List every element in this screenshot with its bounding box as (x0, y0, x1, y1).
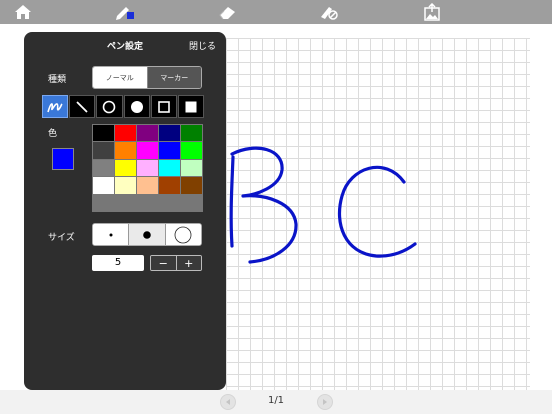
pen-type-normal[interactable]: ノーマル (93, 67, 147, 88)
chevron-right-icon (323, 399, 327, 405)
size-increase-button[interactable]: + (175, 256, 201, 270)
export-image-icon[interactable] (420, 2, 444, 22)
rectangle-outline-tool-icon[interactable] (150, 95, 177, 118)
stroke-letter-b-stem (229, 155, 235, 248)
size-decrease-button[interactable]: − (151, 256, 176, 270)
stroke-letter-c (337, 165, 417, 258)
circle-outline-tool-icon[interactable] (96, 95, 123, 118)
color-swatch[interactable] (93, 159, 114, 177)
prev-page-button[interactable] (220, 394, 236, 410)
pen-settings-panel: ペン設定 閉じる 種類 ノーマル マーカー 色 サイズ 5 − + (24, 32, 226, 390)
size-selector (92, 223, 202, 246)
current-color-swatch (52, 148, 74, 170)
color-swatch[interactable] (115, 142, 136, 159)
pen-type-marker[interactable]: マーカー (146, 67, 201, 88)
color-swatch[interactable] (137, 125, 158, 142)
app-root: 1/1 ペン設定 閉じる 種類 ノーマル マーカー 色 サイズ 5 − + (0, 0, 552, 414)
color-swatch[interactable] (159, 142, 180, 159)
color-swatch[interactable] (181, 142, 202, 159)
size-stepper: − + (150, 255, 202, 271)
stroke-group (229, 146, 417, 264)
color-swatch[interactable] (137, 177, 158, 194)
type-label: 種類 (48, 75, 67, 85)
pen-settings-icon[interactable] (113, 2, 137, 22)
size-medium-option[interactable] (128, 224, 165, 245)
next-page-button[interactable] (317, 394, 333, 410)
color-swatch[interactable] (115, 159, 136, 177)
color-swatch[interactable] (159, 177, 180, 194)
color-swatch[interactable] (181, 159, 202, 177)
color-swatch[interactable] (137, 159, 158, 177)
color-swatch[interactable] (159, 125, 180, 142)
size-label: サイズ (48, 233, 75, 243)
color-swatch[interactable] (181, 177, 202, 194)
size-small-option[interactable] (93, 224, 129, 245)
chevron-left-icon (226, 399, 230, 405)
color-swatch[interactable] (159, 159, 180, 177)
circle-filled-tool-icon[interactable] (123, 95, 150, 118)
color-swatch[interactable] (93, 177, 114, 194)
color-swatch[interactable] (181, 125, 202, 142)
clear-icon[interactable] (317, 2, 341, 22)
eraser-icon[interactable] (216, 2, 240, 22)
pen-type-segmented: ノーマル マーカー (92, 66, 202, 89)
size-value-field[interactable]: 5 (92, 255, 144, 271)
line-tool-icon[interactable] (69, 95, 96, 118)
color-label: 色 (48, 129, 58, 139)
color-swatch[interactable] (137, 142, 158, 159)
freehand-tool-icon[interactable] (42, 95, 69, 118)
rectangle-filled-tool-icon[interactable] (177, 95, 205, 118)
stroke-letter-b-bowls (230, 146, 298, 264)
color-swatch[interactable] (93, 142, 114, 159)
color-swatch[interactable] (93, 125, 114, 142)
size-large-option[interactable] (164, 224, 201, 245)
color-palette (92, 124, 203, 212)
page-indicator: 1/1 (267, 395, 285, 406)
color-swatch[interactable] (115, 177, 136, 194)
close-button[interactable]: 閉じる (189, 39, 216, 52)
bottom-bar: 1/1 (0, 390, 552, 414)
top-toolbar (0, 0, 552, 24)
tool-selector (42, 95, 205, 118)
home-icon[interactable] (11, 2, 35, 22)
color-swatch[interactable] (115, 125, 136, 142)
